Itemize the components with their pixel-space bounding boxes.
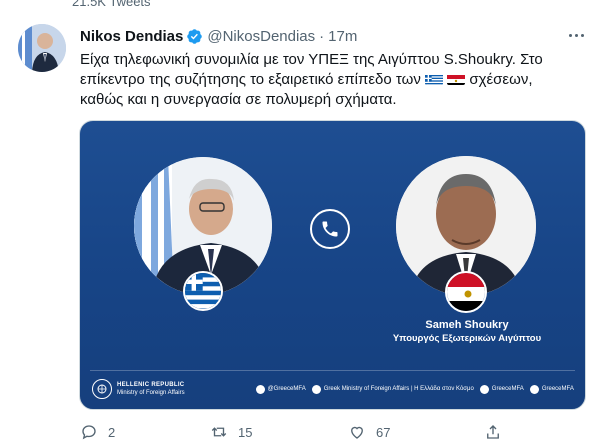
like-count: 67 [376,424,391,440]
ministry-logo: HELLENIC REPUBLIC Ministry of Foreign Af… [92,379,185,399]
twitter-handle: @GreeceMFA [267,386,306,392]
share-icon [487,425,499,439]
like-icon [351,426,363,439]
youtube-channel: GreeceMFA [541,386,574,392]
tweet-media-image[interactable]: Sameh Shoukry Υπουργός Εξωτερικών Αιγύπτ… [79,120,586,410]
share-button[interactable] [484,423,512,441]
separator: · [319,27,325,45]
phone-icon [310,209,350,249]
greece-flag-emoji [425,73,443,85]
facebook-page: Greek Ministry of Foreign Affairs | Η Ελ… [323,386,474,392]
facebook-icon [311,384,321,394]
youtube-icon [529,384,539,394]
author-name[interactable]: Nikos Dendias [80,28,183,45]
greece-flag-badge [183,271,223,311]
person-role: Υπουργός Εξωτερικών Αιγύπτου [392,333,542,344]
tweet-text-segment: σχέσεων, [469,71,533,88]
emblem-icon [92,379,112,399]
timestamp[interactable]: 17m [328,28,357,45]
media-footer: HELLENIC REPUBLIC Ministry of Foreign Af… [80,375,585,403]
retweet-count: 15 [238,424,253,440]
twitter-icon [255,384,265,394]
author-handle[interactable]: @NikosDendias [207,28,315,45]
retweet-button[interactable]: 15 [210,423,252,441]
footer-divider [90,370,575,371]
person-name: Sameh Shoukry [425,319,509,331]
tweet-text-line: καθώς και η συνεργασία σε πολυμερή σχήμα… [80,91,397,108]
social-links: @GreeceMFA Greek Ministry of Foreign Aff… [250,384,574,394]
republic-label: HELLENIC REPUBLIC [117,382,185,388]
reply-button[interactable]: 2 [80,423,115,441]
instagram-icon [479,384,489,394]
more-icon[interactable] [566,30,586,40]
tweet-text: Είχα τηλεφωνική συνομιλία με τον ΥΠΕΞ τη… [80,50,585,110]
avatar[interactable] [18,24,66,72]
tweet-actions: 2 15 67 [80,420,585,444]
retweet-icon [211,427,227,437]
egypt-flag-emoji [447,73,466,85]
reply-count: 2 [108,424,116,440]
ministry-label: Ministry of Foreign Affairs [117,390,185,396]
instagram-handle: GreeceMFA [491,386,524,392]
verified-icon [187,28,203,44]
like-button[interactable]: 67 [348,423,390,441]
avatar-image [18,24,66,72]
tweet-header: Nikos Dendias @NikosDendias · 17m [80,26,357,46]
tweet[interactable]: Nikos Dendias @NikosDendias · 17m Είχα τ… [0,0,603,440]
tweet-text-segment: επίκεντρο της συζήτησης το εξαιρετικό επ… [80,71,421,88]
reply-icon [82,425,96,440]
tweet-text-line: επίκεντρο της συζήτησης το εξαιρετικό επ… [80,70,585,90]
tweet-text-line: Είχα τηλεφωνική συνομιλία με τον ΥΠΕΞ τη… [80,51,543,68]
egypt-flag-badge [445,271,487,313]
